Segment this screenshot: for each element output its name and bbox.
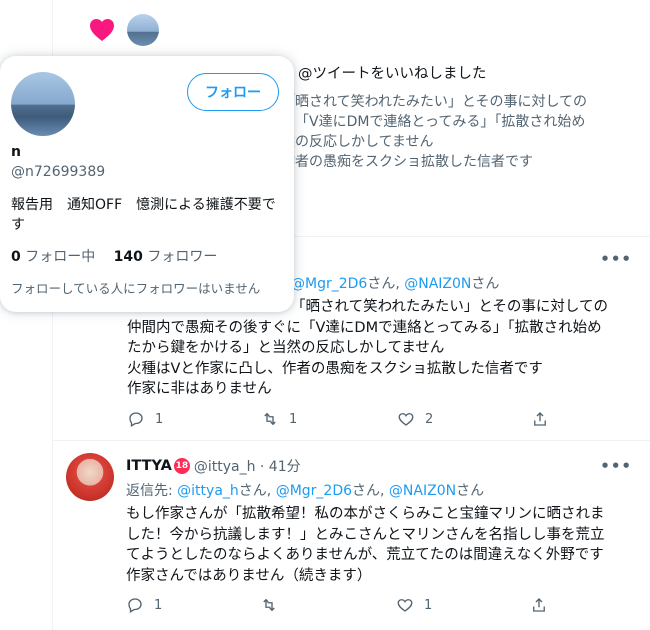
share-icon xyxy=(534,412,546,426)
share-button[interactable] xyxy=(531,410,559,428)
notification-text: @ツイートをいいねしました xyxy=(298,66,487,82)
following-link[interactable]: 0 フォロー中 xyxy=(11,249,109,265)
author-handle-time: @ittya_h · 41分 xyxy=(193,459,301,475)
profile-avatar[interactable] xyxy=(11,72,75,136)
mention-link[interactable]: @ittya_h xyxy=(177,483,239,499)
mention-link[interactable]: @Mgr_2D6 xyxy=(291,276,367,292)
heart-outline-icon xyxy=(397,599,413,612)
share-button[interactable] xyxy=(530,596,558,614)
mention-link[interactable]: @NAIZ0N xyxy=(389,483,456,499)
like-count: 2 xyxy=(425,411,434,427)
display-name: ITTYA xyxy=(126,458,172,474)
more-options-icon[interactable]: ••• xyxy=(600,457,632,475)
profile-name[interactable]: n xyxy=(11,144,21,160)
reply-count: 1 xyxy=(155,411,164,427)
author-avatar[interactable] xyxy=(66,453,114,501)
profile-stats: 0 フォロー中 140 フォロワー xyxy=(11,246,217,266)
reply-icon xyxy=(129,412,143,427)
liker-avatar[interactable] xyxy=(127,14,159,46)
tweet-line: 作家さんではありません（続きます） xyxy=(126,567,372,584)
reply-separator: さん, xyxy=(367,276,405,292)
retweet-icon xyxy=(263,598,275,612)
retweet-icon xyxy=(264,412,276,426)
reply-suffix: さん xyxy=(471,276,500,292)
like-button[interactable]: 2 xyxy=(397,410,433,428)
more-options-icon[interactable]: ••• xyxy=(600,250,632,268)
mention-link[interactable]: @Mgr_2D6 xyxy=(276,483,352,499)
preview-line: 「晒されて笑われたみたい」とその事に対しての xyxy=(281,94,588,110)
share-icon xyxy=(533,598,545,612)
heart-icon xyxy=(90,19,114,41)
tweet-line: てようとしたのならよくありませんが、荒立てたのは間違えなく外野です xyxy=(126,547,604,563)
liked-tweet-preview[interactable]: 「晒されて笑われたみたい」とその事に対しての に「V達にDMで連絡とってみる」「… xyxy=(281,92,641,172)
preview-line: に「V達にDMで連絡とってみる」「拡散され始め xyxy=(281,114,586,130)
reply-suffix: さん xyxy=(456,483,485,499)
profile-handle[interactable]: @n72699389 xyxy=(11,164,105,180)
reply-icon xyxy=(128,598,142,613)
profile-hover-card: フォロー n @n72699389 報告用 通知OFF 憶測による擁護不要です … xyxy=(0,56,294,312)
reply-separator: さん, xyxy=(352,483,389,499)
author-name[interactable]: ITTYA 18 @ittya_h · 41分 xyxy=(126,456,301,476)
tweet-text: もし作家さんが「拡散希望！私の本がさくらみこと宝鐘マリンに晒されま した！今から… xyxy=(126,504,638,586)
tweet-line: もし作家さんが「拡散希望！私の本がさくらみこと宝鐘マリンに晒されま xyxy=(126,506,605,522)
tweet-text: 「晒されて笑われたみたい」とその事に対しての 仲間内で愚痴その後すぐに「V達にD… xyxy=(127,297,639,400)
preview-line: 作者の愚痴をスクショ拡散した信者です xyxy=(281,154,533,170)
follow-button[interactable]: フォロー xyxy=(187,73,279,111)
tweet-line: した！今から抗議します！」とみこさんとマリンさんを名指しし事を荒立 xyxy=(126,526,605,543)
profile-bio: 報告用 通知OFF 憶測による擁護不要です xyxy=(11,197,276,233)
reply-prefix: 返信先: xyxy=(126,483,178,499)
followers-count: 140 xyxy=(113,249,143,265)
tweet-line: 火種はVと作家に凸し、作者の愚痴をスクショ拡散した信者です xyxy=(127,360,543,377)
badge-18-icon: 18 xyxy=(173,458,190,474)
preview-line: 然の反応しかしてません xyxy=(281,134,434,150)
tweet-line: 仲間内で愚痴その後すぐに「V達にDMで連絡とってみる」「拡散され始め xyxy=(127,319,602,336)
like-button[interactable]: 1 xyxy=(396,596,432,614)
tweet-actions: 1 1 xyxy=(126,596,566,618)
heart-outline-icon xyxy=(398,413,414,426)
following-count: 0 xyxy=(11,249,21,265)
reply-to-line: @Mgr_2D6さん, @NAIZ0Nさん xyxy=(291,273,499,293)
reply-button[interactable]: 1 xyxy=(126,596,162,614)
followers-you-know-note: フォローしている人にフォロワーはいません xyxy=(11,281,261,296)
reply-to-line: 返信先: @ittya_hさん, @Mgr_2D6さん, @NAIZ0Nさん xyxy=(126,480,484,500)
divider xyxy=(53,440,650,441)
tweet-actions: 1 1 2 xyxy=(127,410,567,432)
retweet-button[interactable]: 1 xyxy=(261,410,297,428)
reply-button[interactable]: 1 xyxy=(127,410,163,428)
tweet-line: 作家に非はありません xyxy=(127,381,272,397)
following-label: フォロー中 xyxy=(20,249,110,265)
like-count: 1 xyxy=(424,597,433,613)
followers-link[interactable]: 140 フォロワー xyxy=(114,249,218,265)
mention-link[interactable]: @NAIZ0N xyxy=(404,276,471,292)
retweet-button[interactable] xyxy=(260,596,288,614)
tweet-line: たから鍵をかける」と当然の反応しかしてません xyxy=(127,340,445,356)
retweet-count: 1 xyxy=(289,411,298,427)
reply-separator: さん, xyxy=(238,483,276,499)
followers-label: フォロワー xyxy=(142,249,218,265)
reply-count: 1 xyxy=(154,597,163,613)
